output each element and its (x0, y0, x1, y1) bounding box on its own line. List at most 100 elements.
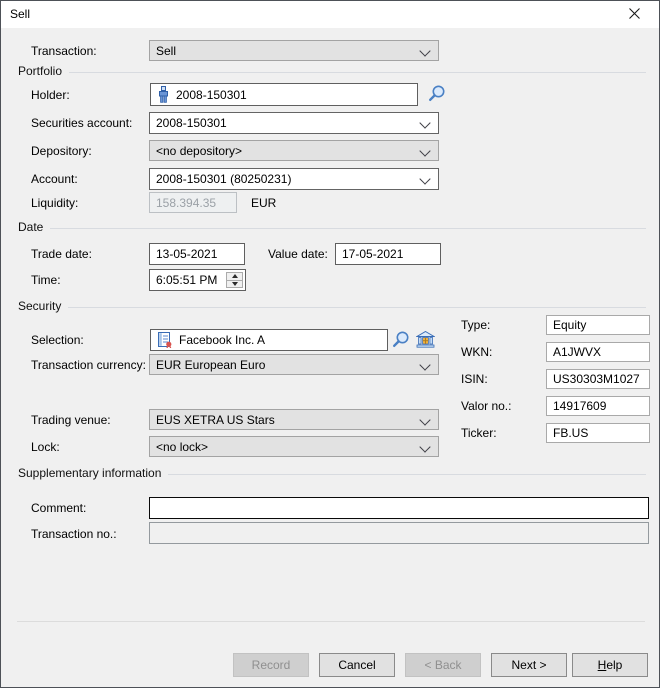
value-date-label: Value date: (268, 247, 328, 261)
transaction-label: Transaction: (31, 44, 97, 58)
holder-input[interactable]: 2008-150301 (150, 83, 418, 106)
depository-value: <no depository> (156, 144, 242, 158)
trading-venue-combobox[interactable]: EUS XETRA US Stars (149, 409, 439, 430)
chevron-down-icon (419, 45, 430, 56)
transaction-currency-value: EUR European Euro (156, 358, 265, 372)
valor-no-label: Valor no.: (461, 399, 511, 413)
valor-no-value: 14917609 (553, 399, 606, 413)
type-field: Equity (546, 315, 650, 335)
close-button[interactable] (617, 4, 651, 25)
isin-field: US30303M1027 (546, 369, 650, 389)
comment-input[interactable] (149, 497, 649, 519)
footer-divider (17, 621, 645, 622)
security-header-label: Security (18, 299, 61, 313)
holder-search-button[interactable] (425, 84, 447, 106)
time-label: Time: (31, 273, 61, 287)
time-input[interactable]: 6:05:51 PM (149, 269, 246, 291)
liquidity-currency-label: EUR (251, 196, 276, 210)
window-title: Sell (10, 7, 30, 21)
portfolio-header-label: Portfolio (18, 64, 62, 78)
type-value: Equity (553, 318, 586, 332)
security-group-header: Security (18, 299, 646, 313)
transaction-no-field (149, 522, 649, 544)
security-search-button[interactable] (390, 330, 411, 351)
record-button: Record (233, 653, 309, 677)
isin-value: US30303M1027 (553, 372, 640, 386)
time-spinner[interactable] (226, 272, 243, 288)
help-button[interactable]: Help (572, 653, 648, 677)
search-icon (391, 330, 410, 352)
securities-account-combobox[interactable]: 2008-150301 (149, 112, 439, 134)
type-label: Type: (461, 318, 490, 332)
chevron-down-icon (419, 414, 430, 425)
transaction-value: Sell (156, 44, 176, 58)
trade-date-label: Trade date: (31, 247, 92, 261)
lock-label: Lock: (31, 440, 60, 454)
transaction-no-label: Transaction no.: (31, 527, 117, 541)
transaction-currency-label: Transaction currency: (31, 358, 146, 372)
ticker-label: Ticker: (461, 426, 497, 440)
wkn-label: WKN: (461, 345, 492, 359)
lock-combobox[interactable]: <no lock> (149, 436, 439, 457)
selection-input[interactable]: Facebook Inc. A (150, 329, 388, 351)
liquidity-label: Liquidity: (31, 196, 78, 210)
group-divider (69, 72, 646, 73)
bank-icon (416, 331, 435, 351)
sell-dialog: Sell Transaction: Sell Portfolio Holder: (0, 0, 660, 688)
supplementary-header-label: Supplementary information (18, 466, 161, 480)
trade-date-value: 13-05-2021 (156, 247, 217, 261)
depository-combobox[interactable]: <no depository> (149, 140, 439, 161)
value-date-value: 17-05-2021 (342, 247, 403, 261)
transaction-currency-combobox[interactable]: EUR European Euro (149, 354, 439, 375)
title-bar: Sell (1, 1, 659, 28)
security-document-icon (157, 332, 173, 348)
chevron-down-icon (419, 145, 430, 156)
group-divider (50, 228, 646, 229)
lock-value: <no lock> (156, 440, 208, 454)
cancel-button[interactable]: Cancel (319, 653, 395, 677)
wkn-field: A1JWVX (546, 342, 650, 362)
liquidity-field: 158.394.35 (149, 192, 237, 213)
date-header-label: Date (18, 220, 43, 234)
portfolio-group-header: Portfolio (18, 64, 646, 78)
account-combobox[interactable]: 2008-150301 (80250231) (149, 168, 439, 190)
arrow-up-icon (232, 274, 238, 278)
holder-value: 2008-150301 (176, 88, 247, 102)
liquidity-value: 158.394.35 (156, 196, 216, 210)
group-divider (168, 474, 646, 475)
chevron-down-icon (419, 173, 430, 184)
value-date-input[interactable]: 17-05-2021 (335, 243, 441, 265)
trading-venue-button[interactable] (415, 331, 436, 350)
trade-date-input[interactable]: 13-05-2021 (149, 243, 245, 265)
group-divider (68, 307, 646, 308)
next-button[interactable]: Next > (491, 653, 567, 677)
close-icon (628, 7, 641, 23)
selection-value: Facebook Inc. A (179, 333, 265, 347)
account-label: Account: (31, 172, 78, 186)
supplementary-group-header: Supplementary information (18, 466, 646, 480)
selection-label: Selection: (31, 333, 84, 347)
arrow-down-icon (232, 282, 238, 286)
securities-account-label: Securities account: (31, 116, 132, 130)
securities-account-value: 2008-150301 (156, 116, 227, 130)
transaction-combobox[interactable]: Sell (149, 40, 439, 61)
account-value: 2008-150301 (80250231) (156, 172, 291, 186)
date-group-header: Date (18, 220, 646, 234)
time-value: 6:05:51 PM (156, 273, 217, 287)
spinner-down-button[interactable] (227, 280, 242, 288)
chevron-down-icon (419, 359, 430, 370)
comment-label: Comment: (31, 501, 86, 515)
holder-label: Holder: (31, 88, 70, 102)
ticker-field: FB.US (546, 423, 650, 443)
chevron-down-icon (419, 441, 430, 452)
help-rest: elp (606, 658, 622, 672)
search-icon (427, 84, 446, 106)
ticker-value: FB.US (553, 426, 588, 440)
wkn-value: A1JWVX (553, 345, 601, 359)
trading-venue-value: EUS XETRA US Stars (156, 413, 275, 427)
chevron-down-icon (419, 117, 430, 128)
isin-label: ISIN: (461, 372, 488, 386)
valor-no-field: 14917609 (546, 396, 650, 416)
back-button: < Back (405, 653, 481, 677)
trading-venue-label: Trading venue: (31, 413, 111, 427)
